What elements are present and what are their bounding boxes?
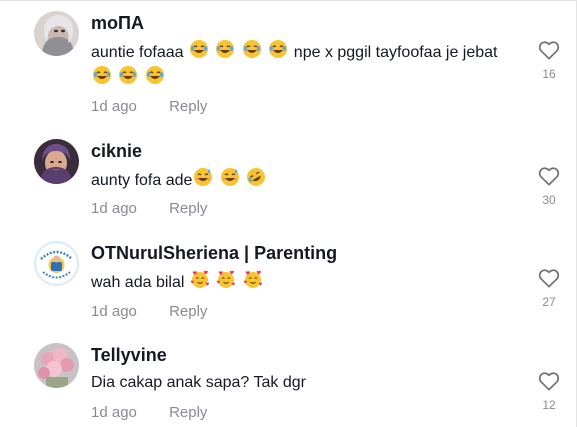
comment-text: wah ada bilal — [91, 269, 511, 295]
smiling-face-hearts-emoji-icon — [216, 269, 236, 289]
comment-username[interactable]: Tellyvine — [91, 345, 167, 366]
comment-text-part: wah ada bilal — [91, 274, 185, 291]
like-count: 30 — [542, 193, 556, 207]
laughing-tears-emoji-icon — [268, 39, 288, 59]
comment-username[interactable]: moΠA — [91, 13, 144, 34]
comment-item: Tellyvine Dia cakap anak sapa? Tak dgr 1… — [0, 343, 576, 427]
like-button[interactable]: 27 — [537, 268, 561, 309]
comment-item: moΠA auntie fofaaa npe x pggil tayfoofaa… — [0, 11, 576, 123]
avatar[interactable] — [34, 241, 79, 286]
grinning-sweat-emoji-icon — [193, 167, 213, 187]
comment-text: auntie fofaaa npe x pggil tayfoofaa je j… — [91, 39, 511, 91]
like-button[interactable]: 30 — [537, 166, 561, 207]
comment-meta: 1d ago Reply — [91, 303, 207, 320]
reply-button[interactable]: Reply — [169, 98, 207, 115]
comment-text-part: npe x pggil tayfoofaa je jebat — [293, 44, 498, 61]
comment-meta: 1d ago Reply — [91, 98, 207, 115]
comment-meta: 1d ago Reply — [91, 200, 207, 217]
comment-item: ciknie aunty fofa ade 1d ago Reply 30 — [0, 139, 576, 229]
comment-time: 1d ago — [91, 200, 137, 217]
smiling-face-hearts-emoji-icon — [243, 269, 263, 289]
comment-meta: 1d ago Reply — [91, 404, 207, 421]
laughing-tears-emoji-icon — [145, 65, 165, 85]
like-button[interactable]: 12 — [537, 371, 561, 412]
comment-username[interactable]: ciknie — [91, 141, 142, 162]
reply-button[interactable]: Reply — [169, 404, 207, 421]
comment-text: aunty fofa ade — [91, 167, 511, 193]
laughing-tears-emoji-icon — [189, 39, 209, 59]
laughing-tears-emoji-icon — [92, 65, 112, 85]
heart-outline-icon — [538, 40, 560, 60]
avatar[interactable] — [34, 139, 79, 184]
comment-time: 1d ago — [91, 98, 137, 115]
comment-item: OTNurulSheriena | Parenting wah ada bila… — [0, 241, 576, 331]
avatar[interactable] — [34, 11, 79, 56]
rolling-laughing-emoji-icon — [246, 167, 266, 187]
like-count: 16 — [542, 67, 556, 81]
laughing-tears-emoji-icon — [118, 65, 138, 85]
heart-outline-icon — [538, 166, 560, 186]
comment-text-part: aunty fofa ade — [91, 172, 193, 189]
like-count: 27 — [542, 295, 556, 309]
heart-outline-icon — [538, 268, 560, 288]
comment-time: 1d ago — [91, 303, 137, 320]
like-count: 12 — [542, 398, 556, 412]
comment-text-part: auntie fofaaa — [91, 44, 184, 61]
heart-outline-icon — [538, 371, 560, 391]
comment-username[interactable]: OTNurulSheriena | Parenting — [91, 243, 337, 264]
like-button[interactable]: 16 — [537, 40, 561, 81]
laughing-tears-emoji-icon — [215, 39, 235, 59]
avatar[interactable] — [34, 343, 79, 388]
comment-text: Dia cakap anak sapa? Tak dgr — [91, 371, 511, 395]
comments-panel: moΠA auntie fofaaa npe x pggil tayfoofaa… — [0, 0, 577, 427]
grinning-sweat-emoji-icon — [220, 167, 240, 187]
smiling-face-hearts-emoji-icon — [190, 269, 210, 289]
comment-text-part: Dia cakap anak sapa? Tak dgr — [91, 374, 306, 391]
laughing-tears-emoji-icon — [242, 39, 262, 59]
comment-time: 1d ago — [91, 404, 137, 421]
reply-button[interactable]: Reply — [169, 303, 207, 320]
reply-button[interactable]: Reply — [169, 200, 207, 217]
